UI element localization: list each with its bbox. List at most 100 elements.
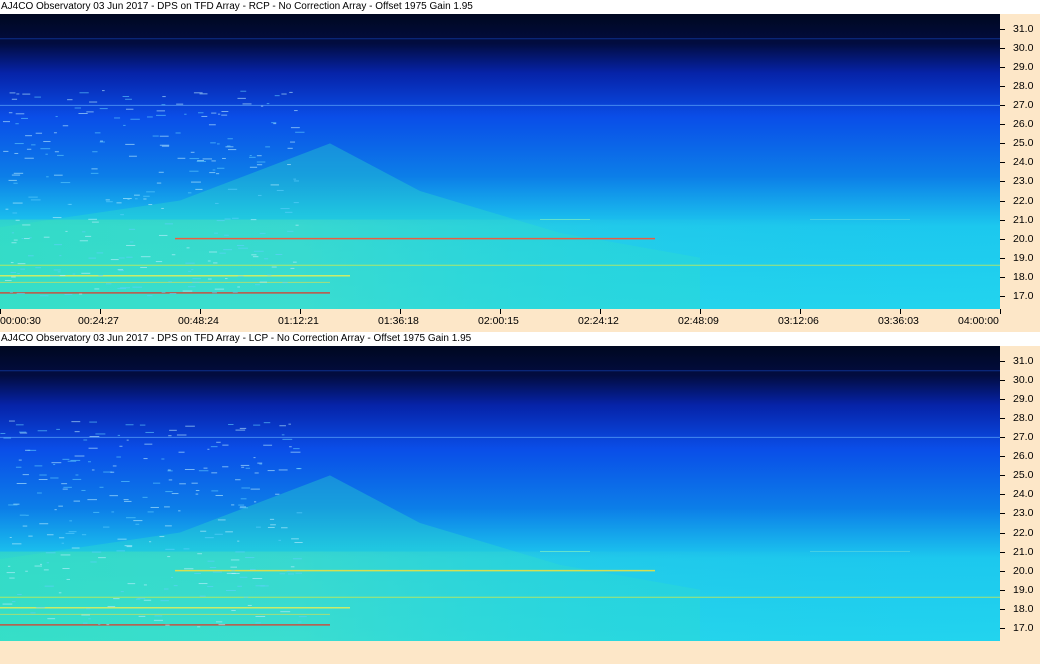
speckle [106, 201, 113, 203]
speckle [211, 490, 219, 492]
speckle [91, 469, 95, 471]
speckle [289, 446, 292, 448]
speckle [11, 174, 21, 176]
speckle [242, 103, 252, 105]
speckle [216, 441, 221, 443]
speckle [116, 456, 121, 458]
speckle [79, 293, 83, 295]
speckle [46, 176, 49, 178]
speckle [0, 432, 6, 434]
speckle [239, 576, 248, 578]
speckle [34, 565, 43, 567]
speckle [114, 117, 121, 119]
speckle [128, 228, 136, 230]
speckle [56, 428, 60, 430]
speckle [264, 258, 269, 260]
speckle [34, 96, 41, 98]
speckle [259, 281, 267, 283]
speckle [24, 157, 34, 159]
speckle [134, 198, 138, 200]
speckle [215, 621, 223, 623]
speckle [12, 212, 18, 214]
tick-mark [1000, 627, 1005, 629]
time-tick-label: 04:00:00 [958, 315, 999, 327]
speckle [68, 531, 77, 533]
speckle [223, 249, 233, 251]
speckle [71, 547, 80, 549]
speckle [22, 474, 29, 476]
speckle [11, 601, 16, 603]
speckle [269, 518, 275, 520]
speckle [22, 224, 31, 226]
freq-tick-label: 20.0 [1013, 232, 1034, 245]
panel-title-text: AJ4CO Observatory 03 Jun 2017 - DPS on T… [1, 1, 473, 12]
speckle [22, 525, 28, 527]
speckle [129, 241, 134, 243]
speckle [198, 470, 209, 472]
tick-mark [400, 309, 401, 314]
speckle [238, 247, 248, 249]
speckle [143, 198, 147, 200]
speckle [30, 612, 36, 614]
speckle [162, 96, 166, 98]
speckle [227, 145, 231, 147]
freq-tick-label: 23.0 [1013, 507, 1034, 520]
speckle [47, 618, 56, 620]
spectrogram-image[interactable] [0, 346, 1000, 641]
tick-mark [1000, 551, 1005, 553]
speckle [11, 98, 18, 100]
time-tick-label: 02:24:12 [578, 315, 619, 327]
speckle [154, 615, 163, 617]
speckle [253, 250, 264, 252]
speckle [215, 202, 219, 204]
spectrogram-image[interactable] [0, 14, 1000, 309]
speckle [185, 425, 195, 427]
speckle [8, 504, 18, 506]
speckle [143, 584, 147, 586]
speckle [23, 238, 30, 240]
speckle [2, 603, 13, 605]
speckle [173, 585, 178, 587]
speckle [239, 506, 247, 508]
speckle [86, 111, 94, 113]
speckle [243, 596, 249, 598]
tick-mark [1000, 399, 1005, 401]
speckle [159, 135, 169, 137]
tick-mark [1000, 494, 1005, 496]
speckle [34, 465, 43, 467]
speckle [292, 558, 302, 560]
speckle [28, 196, 38, 198]
speckle [155, 261, 163, 263]
speckle [241, 466, 245, 468]
time-tick-label: 00:00:30 [0, 315, 41, 327]
speckle [282, 282, 288, 284]
speckle [271, 266, 277, 268]
time-tick-label: 00:48:24 [178, 315, 219, 327]
speckle [111, 511, 115, 513]
speckle [285, 211, 293, 213]
speckle [25, 570, 28, 572]
speckle [161, 458, 165, 460]
speckle [253, 457, 256, 459]
speckle [290, 451, 301, 453]
tick-mark [1000, 124, 1005, 126]
speckle [88, 257, 96, 259]
speckle [123, 124, 126, 126]
speckle [36, 607, 45, 609]
speckle [287, 147, 293, 149]
speckle [298, 616, 307, 618]
speckle [19, 431, 27, 433]
speckle [120, 214, 124, 216]
speckle [85, 235, 92, 237]
speckle [295, 572, 303, 574]
speckle [67, 203, 72, 205]
speckle [43, 141, 51, 143]
speckle [43, 569, 49, 571]
speckle [11, 242, 17, 244]
speckle [176, 103, 184, 105]
speckle [113, 598, 120, 600]
speckle [15, 113, 25, 115]
speckle [227, 138, 233, 140]
speckle [98, 623, 101, 625]
speckle [35, 267, 41, 269]
